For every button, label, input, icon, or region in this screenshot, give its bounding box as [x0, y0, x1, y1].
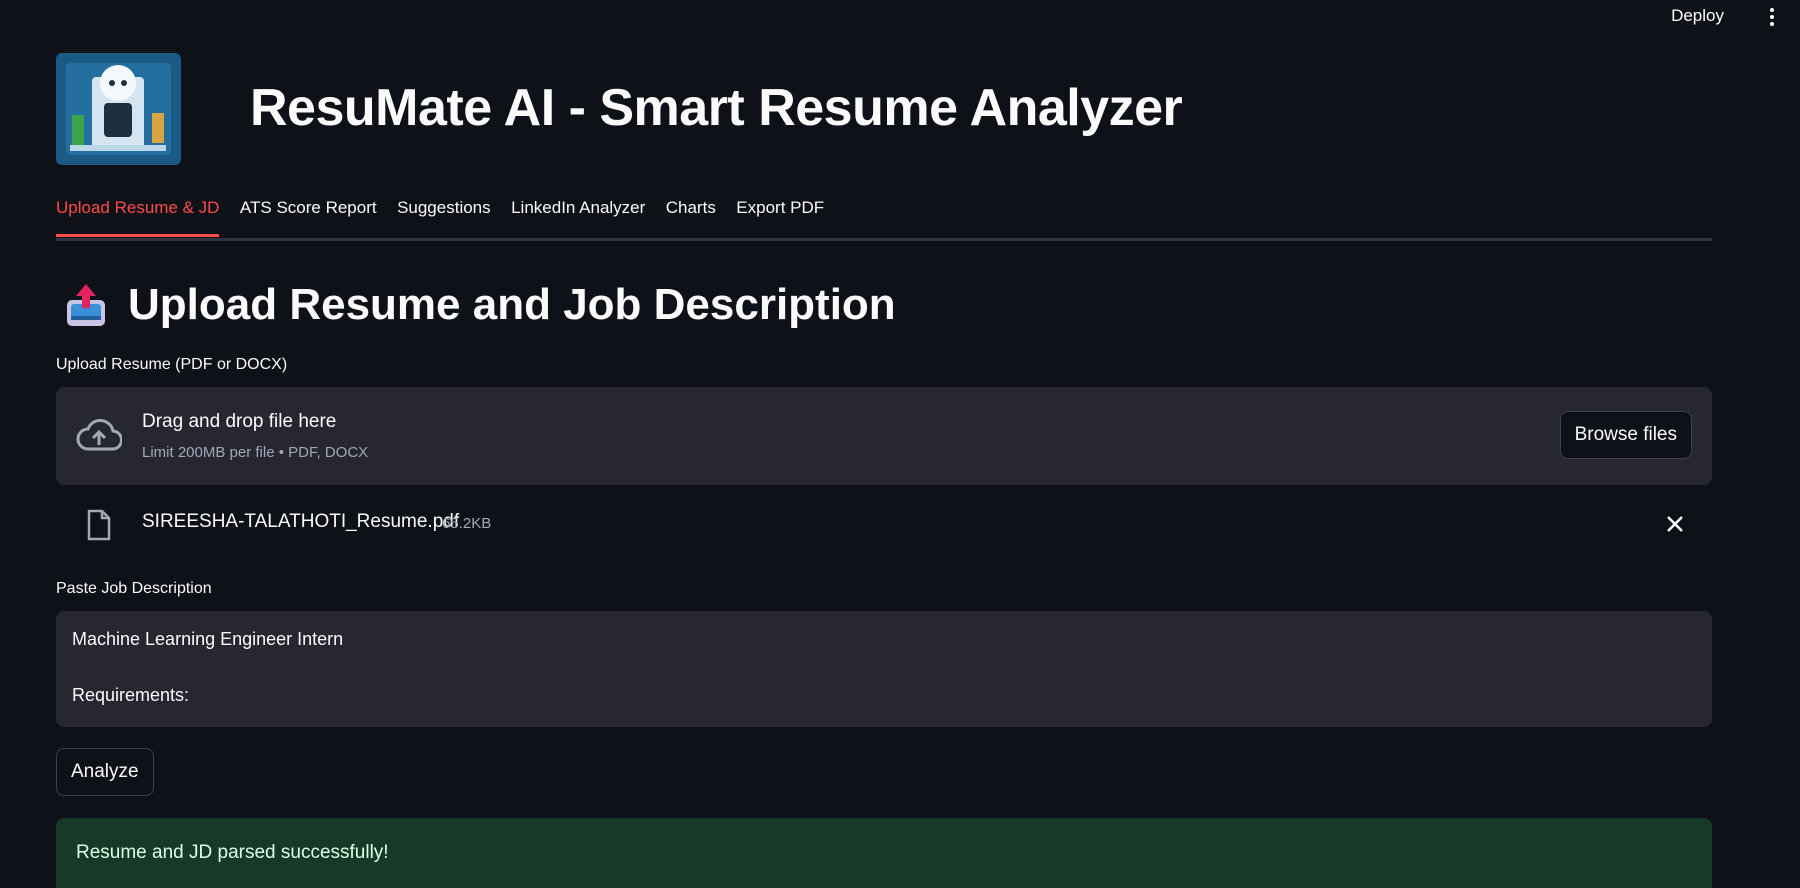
tab-linkedin-analyzer[interactable]: LinkedIn Analyzer: [511, 198, 645, 234]
top-bar: Deploy: [0, 0, 1800, 32]
analyze-button[interactable]: Analyze: [56, 748, 154, 796]
job-description-label: Paste Job Description: [56, 580, 212, 597]
tab-export-pdf[interactable]: Export PDF: [736, 198, 824, 234]
tab-charts[interactable]: Charts: [666, 198, 716, 234]
dropzone-title: Drag and drop file here: [142, 411, 337, 432]
resume-upload-label: Upload Resume (PDF or DOCX): [56, 356, 288, 373]
cloud-upload-icon: [76, 418, 122, 451]
uploaded-file-row: SIREESHA-TALATHOTI_Resume.pdf 65.2KB: [56, 505, 1712, 545]
browse-files-button[interactable]: Browse files: [1559, 411, 1692, 459]
dropzone-limit-text: Limit 200MB per file • PDF, DOCX: [142, 444, 369, 461]
section-header: Upload Resume and Job Description: [64, 280, 896, 330]
uploaded-file-name: SIREESHA-TALATHOTI_Resume.pdf: [142, 511, 460, 532]
tab-upload-resume-jd[interactable]: Upload Resume & JD: [56, 198, 220, 237]
tab-bar: Upload Resume & JD ATS Score Report Sugg…: [56, 198, 1712, 241]
deploy-button[interactable]: Deploy: [1671, 6, 1724, 26]
section-title: Upload Resume and Job Description: [128, 280, 896, 329]
outbox-tray-icon: [67, 284, 105, 326]
success-message: Resume and JD parsed successfully!: [76, 842, 389, 863]
uploaded-file-size: 65.2KB: [442, 515, 492, 532]
app-title: ResuMate AI - Smart Resume Analyzer: [250, 79, 1183, 137]
file-icon: [87, 509, 111, 541]
success-alert: Resume and JD parsed successfully!: [56, 818, 1712, 888]
tab-suggestions[interactable]: Suggestions: [397, 198, 491, 234]
remove-file-icon[interactable]: [1664, 513, 1686, 535]
main-menu-icon[interactable]: [1764, 6, 1780, 28]
job-description-textarea[interactable]: [56, 611, 1712, 727]
resume-dropzone[interactable]: Drag and drop file here Limit 200MB per …: [56, 387, 1712, 485]
job-description-box: [56, 611, 1712, 727]
tab-ats-score-report[interactable]: ATS Score Report: [240, 198, 377, 234]
app-logo: [56, 53, 181, 165]
